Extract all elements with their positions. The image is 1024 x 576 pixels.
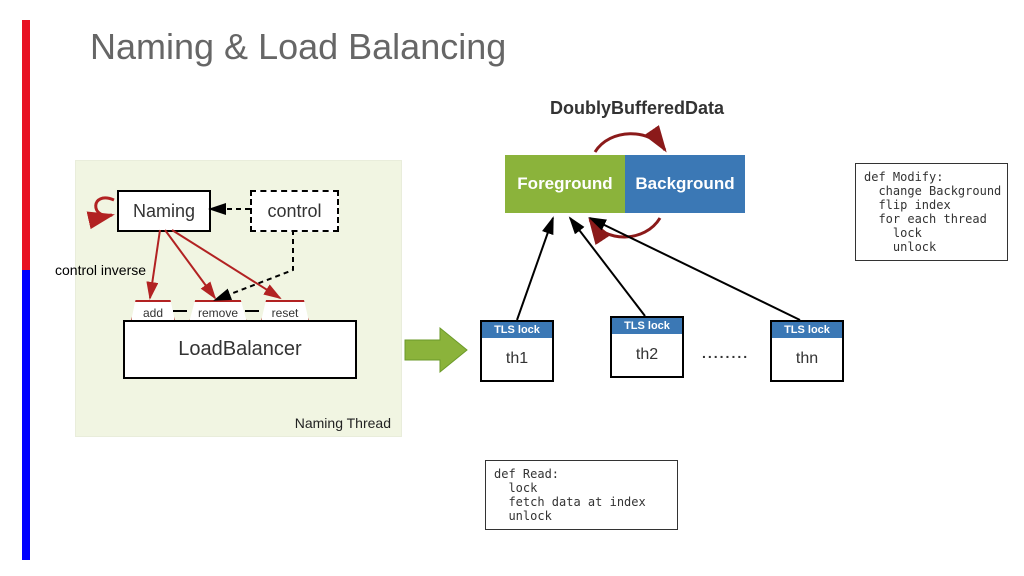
control-box: control — [250, 190, 339, 232]
foreground-label: Foreground — [517, 174, 612, 194]
fg-bg-blocks: Foreground Background — [505, 155, 745, 213]
thread-label-1: th1 — [482, 338, 552, 380]
tab-reset-label: reset — [272, 306, 299, 320]
thread-label-2: th2 — [612, 334, 682, 376]
code-modify: def Modify: change Background flip index… — [855, 163, 1008, 261]
foreground-block: Foreground — [505, 155, 625, 213]
tls-lock-header-n: TLS lock — [772, 322, 842, 338]
background-label: Background — [635, 174, 734, 194]
thread-dots: ........ — [702, 345, 749, 361]
thread-label-n: thn — [772, 338, 842, 380]
background-block: Background — [625, 155, 745, 213]
tls-lock-header-1: TLS lock — [482, 322, 552, 338]
naming-label: Naming — [133, 201, 195, 222]
naming-box: Naming — [117, 190, 211, 232]
loadbalancer-label: LoadBalancer — [178, 338, 301, 361]
tab-remove-label: remove — [198, 306, 238, 320]
accent-stripe — [22, 20, 30, 560]
loadbalancer-box: LoadBalancer — [123, 320, 357, 379]
page-title: Naming & Load Balancing — [90, 26, 506, 68]
naming-thread-caption: Naming Thread — [295, 415, 391, 431]
tls-lock-header-2: TLS lock — [612, 318, 682, 334]
thread-note-th1: TLS lock th1 — [480, 320, 554, 382]
accent-red — [22, 20, 30, 270]
thread-note-th2: TLS lock th2 — [610, 316, 684, 378]
code-read: def Read: lock fetch data at index unloc… — [485, 460, 678, 530]
control-inverse-label: control inverse — [55, 262, 146, 278]
doubly-buffered-data-title: DoublyBufferedData — [550, 98, 724, 119]
thread-note-thn: TLS lock thn — [770, 320, 844, 382]
accent-blue — [22, 270, 30, 560]
control-label: control — [267, 201, 321, 222]
tab-add-label: add — [143, 306, 163, 320]
